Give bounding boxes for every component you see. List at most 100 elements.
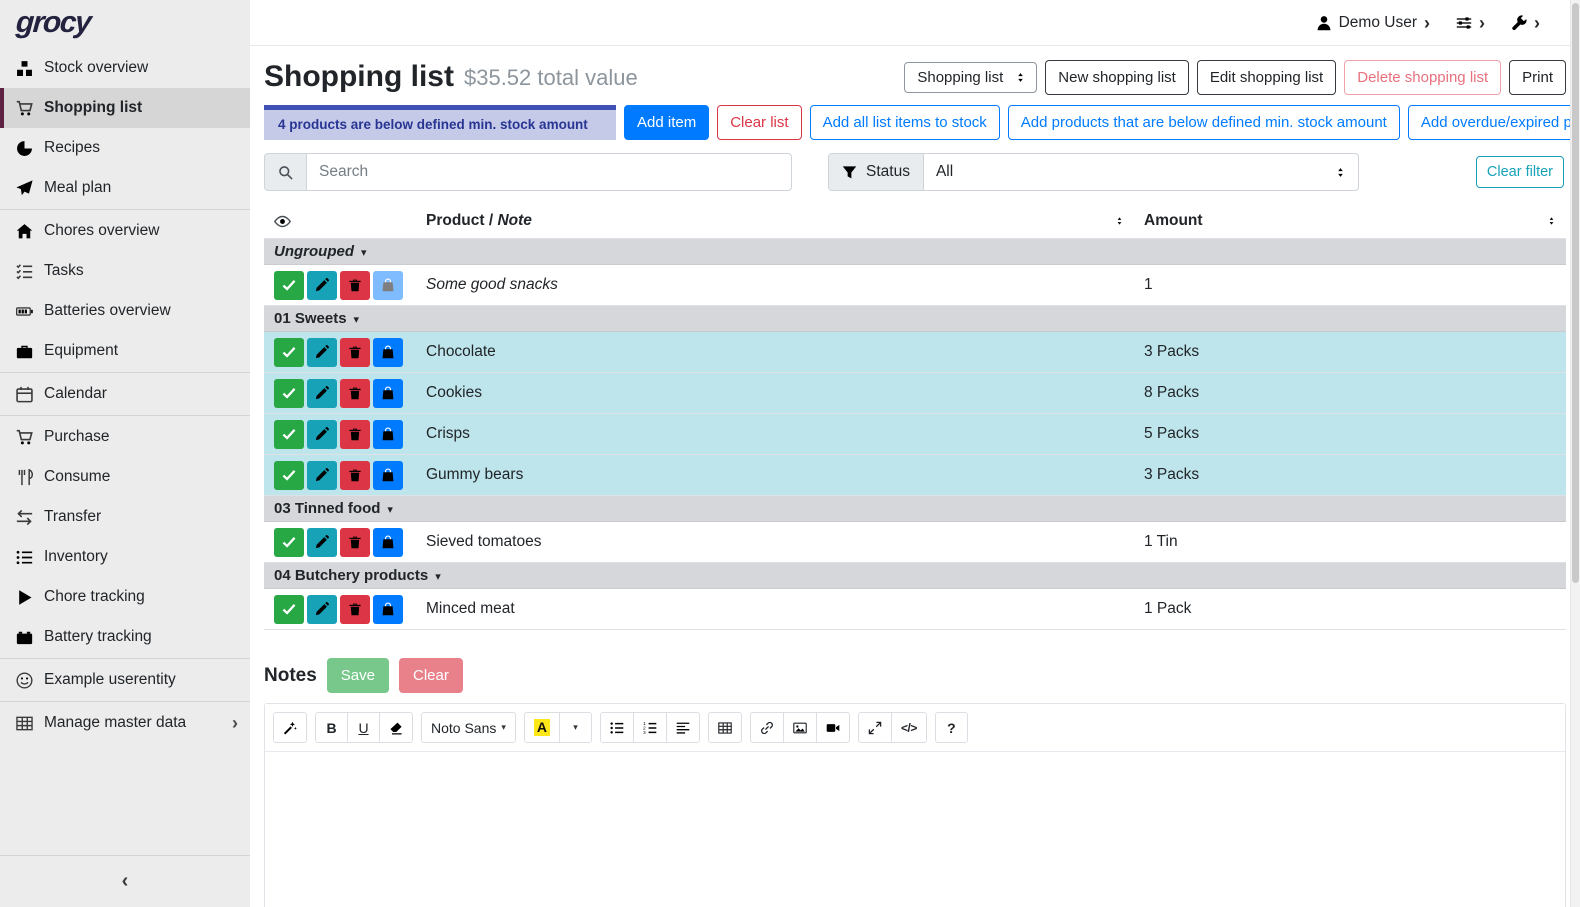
- product-col-header[interactable]: Product / Note: [416, 204, 1134, 239]
- status-select[interactable]: All: [923, 153, 1359, 191]
- clear-formatting-button[interactable]: [379, 712, 413, 743]
- add-to-stock-button[interactable]: [373, 528, 403, 557]
- sidebar-item-equipment[interactable]: Equipment: [0, 331, 250, 371]
- sidebar-item-stock-overview[interactable]: Stock overview: [0, 48, 250, 88]
- below-min-stock-alert[interactable]: 4 products are below defined min. stock …: [264, 105, 616, 140]
- sidebar-item-shopping-list[interactable]: Shopping list: [0, 88, 250, 128]
- code-view-button[interactable]: </>: [891, 712, 927, 743]
- fullscreen-button[interactable]: [858, 712, 892, 743]
- add-to-stock-button[interactable]: [373, 420, 403, 449]
- settings-menu[interactable]: ›: [1456, 14, 1485, 32]
- add-to-stock-button[interactable]: [373, 595, 403, 624]
- edit-item-button[interactable]: [307, 528, 337, 557]
- sidebar-item-inventory[interactable]: Inventory: [0, 537, 250, 577]
- vertical-scrollbar[interactable]: [1570, 0, 1580, 907]
- shopping-list-select[interactable]: Shopping list: [904, 62, 1037, 93]
- sidebar-item-tasks[interactable]: Tasks: [0, 251, 250, 291]
- edit-item-button[interactable]: [307, 338, 337, 367]
- toolbar-group: </>: [858, 712, 927, 743]
- sidebar-collapse-button[interactable]: ‹: [0, 855, 250, 907]
- editor-content[interactable]: [265, 752, 1565, 907]
- table-head: Product / Note Amount: [264, 204, 1566, 239]
- eye-icon[interactable]: [274, 213, 291, 230]
- delete-item-button[interactable]: [340, 271, 370, 300]
- picture-button[interactable]: [783, 712, 817, 743]
- sidebar-item-calendar[interactable]: Calendar: [0, 374, 250, 414]
- bag-icon: [381, 535, 395, 549]
- mark-done-button[interactable]: [274, 420, 304, 449]
- edit-item-button[interactable]: [307, 461, 337, 490]
- style-button[interactable]: [273, 712, 307, 743]
- mark-done-button[interactable]: [274, 595, 304, 624]
- clear-notes-button[interactable]: Clear: [399, 658, 463, 693]
- add-to-stock-button[interactable]: [373, 271, 403, 300]
- edit-item-button[interactable]: [307, 271, 337, 300]
- sidebar-item-example-userentity[interactable]: Example userentity: [0, 660, 250, 700]
- help-button[interactable]: ?: [935, 712, 968, 743]
- sidebar-item-purchase[interactable]: Purchase: [0, 417, 250, 457]
- text-color-dropdown-button[interactable]: ▾: [559, 712, 592, 743]
- underline-button[interactable]: U: [347, 712, 380, 743]
- scrollbar-thumb[interactable]: [1572, 3, 1579, 583]
- save-notes-button[interactable]: Save: [327, 658, 389, 693]
- edit-item-button[interactable]: [307, 595, 337, 624]
- print-button[interactable]: Print: [1509, 60, 1566, 95]
- ordered-list-button[interactable]: [633, 712, 667, 743]
- add-to-stock-button[interactable]: [373, 461, 403, 490]
- delete-item-button[interactable]: [340, 379, 370, 408]
- mark-done-button[interactable]: [274, 338, 304, 367]
- link-button[interactable]: [750, 712, 784, 743]
- admin-menu[interactable]: ›: [1511, 14, 1540, 32]
- grocy-logo[interactable]: grocy: [15, 6, 92, 40]
- add-to-stock-button[interactable]: [373, 338, 403, 367]
- delete-item-button[interactable]: [340, 528, 370, 557]
- clear-filter-button[interactable]: Clear filter: [1476, 156, 1564, 188]
- sidebar-item-batteries-overview[interactable]: Batteries overview: [0, 291, 250, 331]
- sidebar-item-battery-tracking[interactable]: Battery tracking: [0, 617, 250, 657]
- add-to-stock-button[interactable]: [373, 379, 403, 408]
- mark-done-button[interactable]: [274, 271, 304, 300]
- amount-col-header[interactable]: Amount: [1134, 204, 1566, 239]
- bold-button[interactable]: B: [315, 712, 348, 743]
- video-button[interactable]: [816, 712, 850, 743]
- product-group-row[interactable]: 03 Tinned food▾: [264, 496, 1566, 522]
- add-overdue-button[interactable]: Add overdue/expired products: [1408, 105, 1580, 140]
- text-color-button[interactable]: A: [524, 712, 560, 743]
- mark-done-button[interactable]: [274, 379, 304, 408]
- mark-done-button[interactable]: [274, 528, 304, 557]
- user-menu[interactable]: Demo User ›: [1316, 14, 1430, 32]
- unordered-list-button[interactable]: [600, 712, 634, 743]
- sidebar-item-consume[interactable]: Consume: [0, 457, 250, 497]
- paragraph-button[interactable]: [666, 712, 700, 743]
- add-item-button[interactable]: Add item: [624, 105, 709, 140]
- product-group-row[interactable]: 04 Butchery products▾: [264, 563, 1566, 589]
- product-group-row[interactable]: 01 Sweets▾: [264, 306, 1566, 332]
- sidebar-item-chores-overview[interactable]: Chores overview: [0, 211, 250, 251]
- table-button[interactable]: [708, 712, 742, 743]
- delete-shopping-list-button[interactable]: Delete shopping list: [1344, 60, 1501, 95]
- sidebar-item-transfer[interactable]: Transfer: [0, 497, 250, 537]
- sidebar-item-manage-master-data[interactable]: Manage master data›: [0, 703, 250, 743]
- clear-list-button[interactable]: Clear list: [717, 105, 801, 140]
- shopping-list-table: Product / Note Amount Ungrouped▾Some goo…: [264, 204, 1566, 630]
- add-below-min-button[interactable]: Add products that are below defined min.…: [1008, 105, 1400, 140]
- edit-item-button[interactable]: [307, 379, 337, 408]
- product-sort-icon[interactable]: [1115, 215, 1124, 227]
- delete-item-button[interactable]: [340, 595, 370, 624]
- text-color-swatch: A: [534, 719, 550, 737]
- product-group-row[interactable]: Ungrouped▾: [264, 239, 1566, 265]
- edit-item-button[interactable]: [307, 420, 337, 449]
- delete-item-button[interactable]: [340, 338, 370, 367]
- sidebar-item-chore-tracking[interactable]: Chore tracking: [0, 577, 250, 617]
- add-all-to-stock-button[interactable]: Add all list items to stock: [810, 105, 1000, 140]
- edit-shopping-list-button[interactable]: Edit shopping list: [1197, 60, 1336, 95]
- amount-sort-icon[interactable]: [1547, 215, 1556, 227]
- delete-item-button[interactable]: [340, 420, 370, 449]
- mark-done-button[interactable]: [274, 461, 304, 490]
- search-input[interactable]: [306, 153, 792, 191]
- sidebar-item-meal-plan[interactable]: Meal plan: [0, 168, 250, 208]
- sidebar-item-recipes[interactable]: Recipes: [0, 128, 250, 168]
- new-shopping-list-button[interactable]: New shopping list: [1045, 60, 1189, 95]
- font-family-button[interactable]: Noto Sans▾: [421, 712, 516, 743]
- delete-item-button[interactable]: [340, 461, 370, 490]
